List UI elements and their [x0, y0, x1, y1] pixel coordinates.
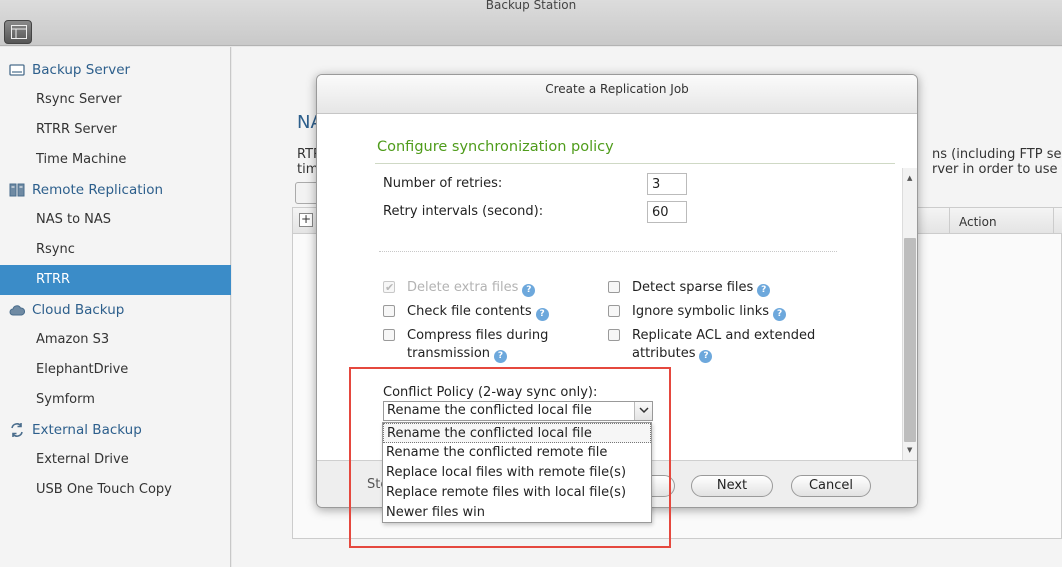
sidebar-item-elephantdrive[interactable]: ElephantDrive: [0, 355, 231, 385]
scrollbar-thumb[interactable]: [904, 238, 916, 442]
option-ignore-symbolic-links[interactable]: Ignore symbolic links?: [608, 303, 848, 321]
retry-interval-label: Retry intervals (second):: [383, 204, 544, 219]
option-check-file-contents[interactable]: Check file contents?: [383, 303, 583, 321]
sidebar-section-label: Remote Replication: [32, 182, 164, 198]
retries-input[interactable]: [647, 173, 687, 195]
option-label: Compress files during: [407, 328, 549, 343]
help-icon[interactable]: ?: [699, 350, 713, 363]
dialog-header: Create a Replication Job: [317, 75, 917, 114]
page-description-right2: rver in order to use this: [932, 162, 1062, 177]
options-divider: [379, 251, 837, 252]
app-title: Backup Station: [485, 0, 577, 12]
page-description-right1: ns (including FTP server: [932, 147, 1062, 162]
checkbox[interactable]: ✔: [383, 281, 395, 294]
column-divider: [949, 208, 950, 234]
scroll-up-icon[interactable]: ▲: [907, 174, 912, 182]
option-label-line2: transmission: [407, 346, 491, 361]
checkbox[interactable]: [608, 329, 620, 341]
option-label-line2: attributes: [632, 346, 696, 361]
sidebar-item-usb-one-touch-copy[interactable]: USB One Touch Copy: [0, 475, 231, 505]
option-label: Detect sparse files: [632, 280, 754, 295]
cancel-button[interactable]: Cancel: [791, 475, 871, 497]
sidebar-section-label: External Backup: [32, 422, 142, 438]
section-divider: [375, 163, 895, 164]
retries-label: Number of retries:: [383, 176, 503, 191]
sync-arrows-icon: [11, 423, 23, 437]
sidebar-section-label: Backup Server: [32, 62, 131, 78]
sidebar-section-external-backup[interactable]: External Backup: [0, 415, 231, 445]
option-replicate-acl[interactable]: Replicate ACL and extended attributes?: [608, 327, 848, 363]
sidebar: Backup Server Rsync Server RTRR Server T…: [0, 47, 231, 567]
option-label: Delete extra files: [407, 280, 519, 295]
next-button[interactable]: Next: [691, 475, 773, 497]
help-icon[interactable]: ?: [773, 308, 787, 321]
option-label: Replicate ACL and extended: [632, 328, 816, 343]
help-icon[interactable]: ?: [494, 350, 508, 363]
dialog-scrollbar[interactable]: ▲ ▼: [902, 168, 917, 460]
sidebar-item-rsync-server[interactable]: Rsync Server: [0, 85, 231, 115]
checkmark-icon: ✔: [385, 281, 395, 294]
help-icon[interactable]: ?: [522, 284, 536, 297]
sidebar-item-symform[interactable]: Symform: [0, 385, 231, 415]
checkbox[interactable]: [608, 305, 620, 317]
window-layout-icon: [11, 25, 27, 39]
sidebar-item-rtrr-server[interactable]: RTRR Server: [0, 115, 231, 145]
sidebar-item-nas-to-nas[interactable]: NAS to NAS: [0, 205, 231, 235]
server-icon: [9, 64, 25, 76]
option-detect-sparse-files[interactable]: Detect sparse files?: [608, 279, 848, 297]
sidebar-section-cloud-backup[interactable]: Cloud Backup: [0, 295, 231, 325]
cloud-icon: [9, 305, 25, 316]
option-compress-files[interactable]: Compress files during transmission?: [383, 327, 583, 363]
column-divider: [1053, 208, 1054, 234]
expand-icon[interactable]: +: [299, 213, 313, 227]
option-label: Check file contents: [407, 304, 532, 319]
sidebar-item-rsync[interactable]: Rsync: [0, 235, 231, 265]
option-delete-extra-files[interactable]: ✔ Delete extra files?: [383, 279, 583, 297]
highlight-box: [349, 367, 671, 548]
help-icon[interactable]: ?: [535, 308, 549, 321]
title-bar: Backup Station: [0, 0, 1062, 46]
sidebar-item-rtrr[interactable]: RTRR: [0, 265, 231, 295]
checkbox[interactable]: [608, 281, 620, 293]
sidebar-item-amazon-s3[interactable]: Amazon S3: [0, 325, 231, 355]
scroll-down-icon[interactable]: ▼: [907, 446, 912, 454]
help-icon[interactable]: ?: [757, 284, 771, 297]
checkbox[interactable]: [383, 305, 395, 317]
retry-interval-input[interactable]: [647, 201, 687, 223]
dialog-title: Create a Replication Job: [545, 82, 689, 96]
sidebar-item-time-machine[interactable]: Time Machine: [0, 145, 231, 175]
sidebar-section-label: Cloud Backup: [32, 302, 125, 318]
sidebar-section-backup-server[interactable]: Backup Server: [0, 55, 231, 85]
section-title: Configure synchronization policy: [377, 139, 614, 155]
checkbox[interactable]: [383, 329, 395, 341]
option-label: Ignore symbolic links: [632, 304, 770, 319]
column-header-action: Action: [959, 215, 997, 229]
sidebar-section-remote-replication[interactable]: Remote Replication: [0, 175, 231, 205]
replication-icon: [9, 183, 25, 197]
menu-toggle-button[interactable]: [4, 20, 32, 44]
sidebar-item-external-drive[interactable]: External Drive: [0, 445, 231, 475]
